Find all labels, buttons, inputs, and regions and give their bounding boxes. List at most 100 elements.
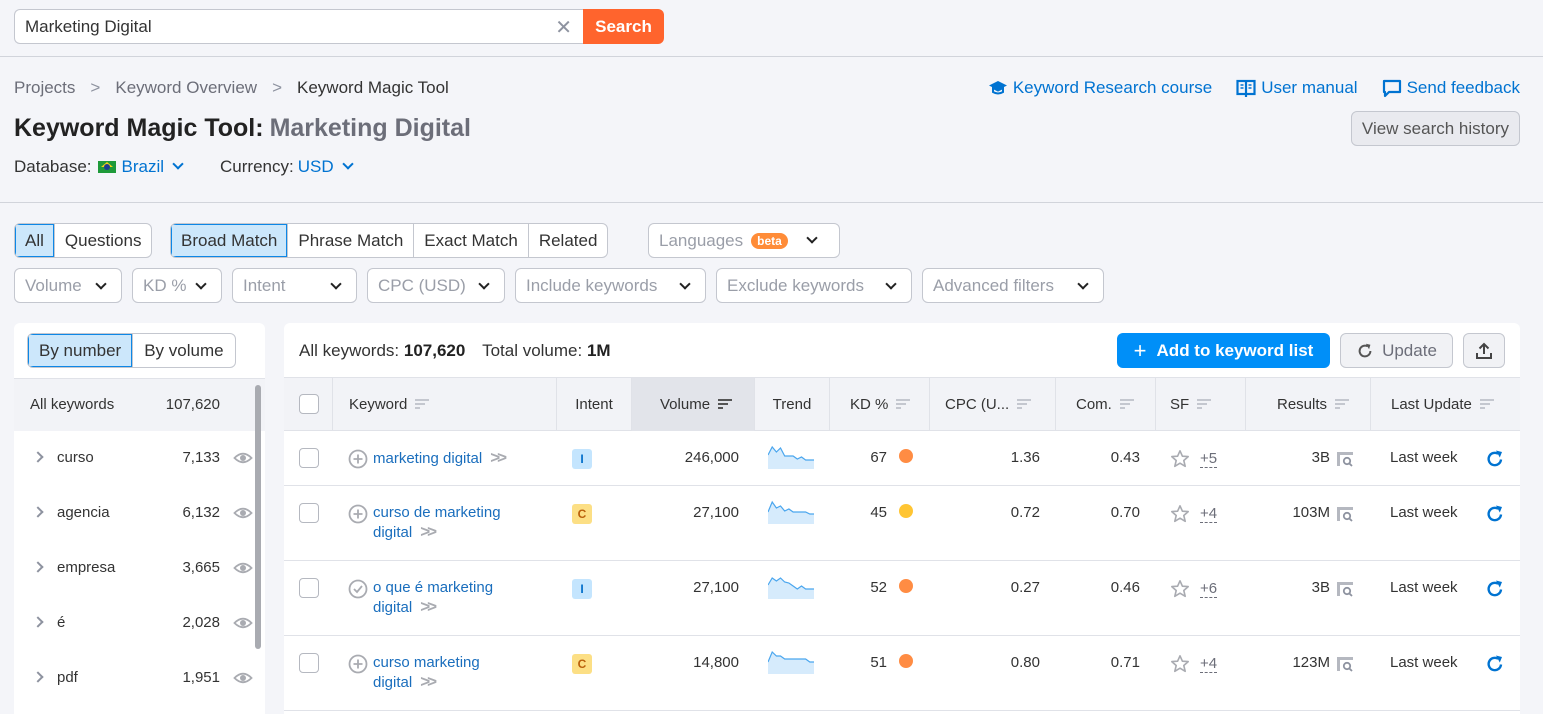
languages-dropdown[interactable]: Languages beta (648, 223, 840, 258)
keyword-research-course-link[interactable]: Keyword Research course (988, 78, 1212, 98)
keyword-link[interactable]: curso de marketing digital>> (373, 503, 533, 542)
keyword-groups-sidebar: By number By volume All keywords 107,620… (14, 323, 265, 714)
eye-icon[interactable] (233, 558, 253, 578)
refresh-icon[interactable] (1485, 449, 1505, 469)
chevron-down-icon[interactable] (172, 158, 183, 169)
close-icon[interactable]: ✕ (555, 15, 572, 40)
tab-exact-match[interactable]: Exact Match (413, 224, 528, 257)
view-search-history-button[interactable]: View search history (1351, 111, 1520, 146)
refresh-icon[interactable] (1485, 504, 1505, 524)
by-number-toggle[interactable]: By number (28, 334, 132, 367)
double-chevron-right-icon[interactable]: >> (420, 522, 434, 541)
double-chevron-right-icon[interactable]: >> (420, 672, 434, 691)
exclude-keywords-filter[interactable]: Exclude keywords (716, 268, 912, 303)
group-count: 6,132 (182, 504, 220, 521)
serp-features-more[interactable]: +5 (1200, 450, 1217, 468)
column-volume[interactable]: Volume (631, 378, 754, 431)
sort-icon[interactable] (1335, 399, 1349, 410)
column-kd[interactable]: KD % (829, 378, 929, 431)
sort-icon[interactable] (718, 399, 732, 410)
sort-icon[interactable] (1480, 399, 1494, 410)
breadcrumb-projects[interactable]: Projects (14, 78, 75, 98)
chevron-right-icon[interactable] (32, 616, 43, 627)
search-input[interactable] (25, 17, 545, 37)
kd-filter-label: KD % (143, 276, 186, 296)
user-manual-link[interactable]: User manual (1236, 78, 1357, 98)
row-checkbox[interactable] (299, 503, 319, 523)
column-keyword[interactable]: Keyword (332, 378, 556, 431)
chevron-down-icon[interactable] (342, 158, 353, 169)
serp-view-icon[interactable] (1335, 505, 1355, 523)
sort-icon[interactable] (1197, 399, 1211, 410)
serp-view-icon[interactable] (1335, 580, 1355, 598)
column-competition[interactable]: Com. (1055, 378, 1155, 431)
include-keywords-filter[interactable]: Include keywords (515, 268, 706, 303)
sidebar-scrollbar[interactable] (255, 385, 261, 649)
row-checkbox[interactable] (299, 448, 319, 468)
add-circle-icon[interactable] (348, 654, 368, 674)
serp-view-icon[interactable] (1335, 450, 1355, 468)
kd-filter[interactable]: KD % (132, 268, 222, 303)
sort-icon[interactable] (896, 399, 910, 410)
check-circle-icon[interactable] (348, 579, 368, 599)
add-to-keyword-list-button[interactable]: + Add to keyword list (1117, 333, 1330, 368)
column-last-update[interactable]: Last Update (1370, 378, 1520, 431)
sort-icon[interactable] (1017, 399, 1031, 410)
chevron-right-icon[interactable] (32, 451, 43, 462)
export-button[interactable] (1463, 333, 1505, 368)
send-feedback-link[interactable]: Send feedback (1382, 78, 1520, 98)
keyword-group-item[interactable]: pdf1,951 (14, 651, 254, 706)
keyword-link[interactable]: marketing digital>> (373, 448, 533, 468)
breadcrumb-keyword-overview[interactable]: Keyword Overview (115, 78, 257, 98)
select-all-checkbox[interactable] (299, 394, 319, 414)
tab-all[interactable]: All (15, 224, 54, 257)
currency-selector[interactable]: USD (298, 157, 334, 177)
chevron-down-icon (330, 278, 341, 289)
results-value: 103M (1292, 504, 1330, 521)
add-circle-icon[interactable] (348, 449, 368, 469)
refresh-icon[interactable] (1485, 654, 1505, 674)
tab-questions[interactable]: Questions (54, 224, 152, 257)
tab-phrase-match[interactable]: Phrase Match (287, 224, 413, 257)
serp-view-icon[interactable] (1335, 655, 1355, 673)
keyword-group-item[interactable]: curso7,133 (14, 431, 254, 486)
eye-icon[interactable] (233, 613, 253, 633)
add-circle-icon[interactable] (348, 504, 368, 524)
column-sf[interactable]: SF (1155, 378, 1245, 431)
column-results[interactable]: Results (1245, 378, 1370, 431)
row-checkbox[interactable] (299, 653, 319, 673)
serp-features-more[interactable]: +4 (1200, 655, 1217, 673)
search-button[interactable]: Search (583, 9, 664, 44)
chevron-right-icon[interactable] (32, 561, 43, 572)
column-cpc[interactable]: CPC (U... (929, 378, 1055, 431)
eye-icon[interactable] (233, 448, 253, 468)
serp-features-more[interactable]: +6 (1200, 580, 1217, 598)
keyword-link[interactable]: curso marketing digital>> (373, 653, 533, 692)
chevron-right-icon[interactable] (32, 506, 43, 517)
tab-related[interactable]: Related (528, 224, 608, 257)
eye-icon[interactable] (233, 668, 253, 688)
eye-icon[interactable] (233, 503, 253, 523)
keyword-group-item[interactable]: agencia6,132 (14, 486, 254, 541)
update-button[interactable]: Update (1340, 333, 1453, 368)
volume-filter[interactable]: Volume (14, 268, 122, 303)
group-count: 2,028 (182, 614, 220, 631)
serp-features-more[interactable]: +4 (1200, 505, 1217, 523)
database-selector[interactable]: Brazil (122, 157, 165, 177)
advanced-filters[interactable]: Advanced filters (922, 268, 1104, 303)
intent-filter[interactable]: Intent (232, 268, 357, 303)
keyword-group-item[interactable]: empresa3,665 (14, 541, 254, 596)
sort-icon[interactable] (1120, 399, 1134, 410)
refresh-icon[interactable] (1485, 579, 1505, 599)
row-checkbox[interactable] (299, 578, 319, 598)
chevron-right-icon[interactable] (32, 671, 43, 682)
tab-broad-match[interactable]: Broad Match (171, 224, 287, 257)
sort-icon[interactable] (415, 399, 429, 410)
by-volume-toggle[interactable]: By volume (132, 334, 234, 367)
keyword-group-item[interactable]: é2,028 (14, 596, 254, 651)
all-keywords-group[interactable]: All keywords 107,620 (14, 379, 265, 431)
cpc-filter[interactable]: CPC (USD) (367, 268, 505, 303)
double-chevron-right-icon[interactable]: >> (490, 448, 504, 467)
keyword-link[interactable]: o que é marketing digital>> (373, 578, 533, 617)
double-chevron-right-icon[interactable]: >> (420, 597, 434, 616)
